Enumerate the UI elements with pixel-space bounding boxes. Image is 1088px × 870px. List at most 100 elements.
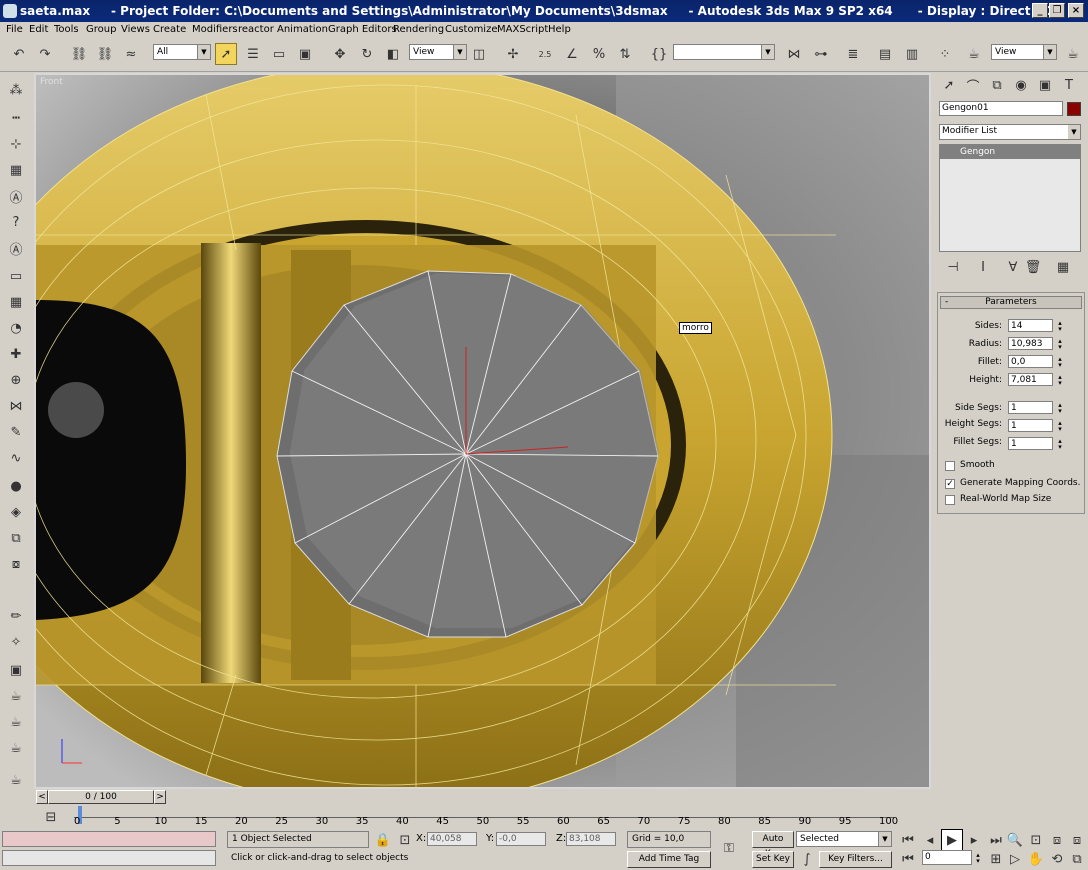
make-unique-icon[interactable]: ∀: [1002, 256, 1024, 278]
pan-icon[interactable]: ✋: [1025, 848, 1047, 870]
motion-tab-icon[interactable]: ◉: [1010, 74, 1032, 96]
remove-modifier-icon[interactable]: 🗑: [1022, 256, 1044, 278]
menu-animation[interactable]: Animation: [277, 24, 328, 35]
restore-button[interactable]: ❐: [1049, 3, 1065, 18]
plane-icon[interactable]: ▭: [5, 266, 27, 286]
app-icon[interactable]: [3, 4, 17, 18]
spline-text-icon[interactable]: Ⓐ: [5, 238, 27, 258]
modifier-list-dropdown[interactable]: Modifier List ▼: [939, 124, 1081, 140]
time-next-arrow[interactable]: >: [154, 790, 166, 804]
mini-curve-editor-icon[interactable]: ⊟: [40, 806, 62, 828]
sides-spinner[interactable]: ▴ ▾: [1056, 320, 1064, 333]
lock-icon[interactable]: 🔒: [372, 829, 394, 851]
named-selection-dropdown[interactable]: ▼: [673, 44, 775, 60]
radius-spinner[interactable]: ▴ ▾: [1056, 338, 1064, 351]
help-icon[interactable]: ?: [5, 212, 27, 232]
generate-mapping-checkbox[interactable]: ✓: [945, 479, 955, 489]
particle-icon[interactable]: ⁂: [5, 80, 27, 100]
maxscript-listener-white[interactable]: [2, 850, 216, 866]
angle-snap-icon[interactable]: ∠: [561, 43, 583, 65]
key-mode-toggle-icon[interactable]: ⏮: [897, 848, 919, 870]
undo-icon[interactable]: ↶: [8, 43, 30, 65]
select-and-link-icon[interactable]: ⛓: [68, 43, 90, 65]
percent-snap-icon[interactable]: %: [588, 43, 610, 65]
teapot-a-icon[interactable]: ☕: [5, 686, 27, 706]
render-setup-icon[interactable]: ☕: [963, 43, 985, 65]
pivot-point-icon[interactable]: ◫: [468, 43, 490, 65]
snap-toggle-icon[interactable]: 2.5: [534, 43, 556, 65]
select-by-name-icon[interactable]: ☰: [242, 43, 264, 65]
side-segs-spinner[interactable]: ▴ ▾: [1056, 402, 1064, 415]
real-world-map-checkbox[interactable]: [945, 495, 955, 505]
height-segs-spinner[interactable]: ▴ ▾: [1056, 420, 1064, 433]
render-type-dropdown[interactable]: View ▼: [991, 44, 1057, 60]
menu-views[interactable]: Views: [121, 24, 150, 35]
z-coordinate-field[interactable]: 83,108: [566, 832, 616, 846]
render-frame-icon[interactable]: ▣: [5, 660, 27, 680]
menu-maxscript[interactable]: MAXScript: [497, 24, 548, 35]
fillet-segs-spinner[interactable]: ▴ ▾: [1056, 438, 1064, 451]
schematic-view-icon[interactable]: ▥: [901, 43, 923, 65]
ruler-icon[interactable]: ┅: [5, 108, 27, 128]
text-icon[interactable]: Ⓐ: [5, 186, 27, 206]
prev-frame-icon[interactable]: ◂: [919, 829, 941, 851]
current-frame-field[interactable]: 0: [922, 850, 972, 865]
add-time-tag-button[interactable]: Add Time Tag: [627, 851, 711, 868]
play-icon[interactable]: ▶: [941, 829, 963, 851]
select-manipulate-icon[interactable]: ✢: [502, 43, 524, 65]
menu-edit[interactable]: Edit: [29, 24, 48, 35]
viewport-label[interactable]: Front: [40, 77, 63, 87]
measure-icon[interactable]: ◔: [5, 318, 27, 338]
curve-editor-icon[interactable]: ▤: [874, 43, 896, 65]
select-object-button[interactable]: ➚: [215, 43, 237, 65]
front-viewport[interactable]: Front morro: [34, 73, 931, 789]
object-paint-icon[interactable]: ⧇: [5, 554, 27, 574]
key-mode-dropdown[interactable]: Selected ▼: [796, 831, 892, 847]
show-end-result-icon[interactable]: I: [972, 256, 994, 278]
teapot-c-icon[interactable]: ☕: [5, 738, 27, 758]
axis-icon[interactable]: ✚: [5, 344, 27, 364]
object-name-field[interactable]: Gengon01: [939, 101, 1063, 116]
redo-icon[interactable]: ↷: [34, 43, 56, 65]
default-tangent-icon[interactable]: ∫: [796, 848, 818, 870]
pin-stack-icon[interactable]: ⊣: [942, 256, 964, 278]
hierarchy-icon[interactable]: ⧉: [5, 528, 27, 548]
menu-tools[interactable]: Tools: [54, 24, 79, 35]
edit-named-selection-icon[interactable]: {}: [648, 43, 670, 65]
utilities-tab-icon[interactable]: T: [1058, 74, 1080, 96]
move-icon[interactable]: ✥: [329, 43, 351, 65]
path-icon[interactable]: ∿: [5, 448, 27, 468]
height-spinner[interactable]: ▴ ▾: [1056, 374, 1064, 387]
menu-customize[interactable]: Customize: [445, 24, 498, 35]
object-color-swatch[interactable]: [1067, 102, 1081, 116]
menu-file[interactable]: File: [6, 24, 23, 35]
height-field[interactable]: 7,081: [1008, 373, 1053, 386]
radius-field[interactable]: 10,983: [1008, 337, 1053, 350]
scale-icon[interactable]: ◧: [382, 43, 404, 65]
material-editor-icon[interactable]: ⁘: [934, 43, 956, 65]
window-crossing-icon[interactable]: ▣: [294, 43, 316, 65]
side-segs-field[interactable]: 1: [1008, 401, 1053, 414]
create-tab-icon[interactable]: ➚: [938, 74, 960, 96]
sphere-icon[interactable]: ●: [5, 476, 27, 496]
teapot-b-icon[interactable]: ☕: [5, 712, 27, 732]
checker-icon[interactable]: ▦: [5, 160, 27, 180]
fillet-segs-field[interactable]: 1: [1008, 437, 1053, 450]
key-filters-button[interactable]: Key Filters...: [819, 851, 892, 868]
rectangular-region-icon[interactable]: ▭: [268, 43, 290, 65]
absolute-mode-icon[interactable]: ⊡: [394, 829, 416, 851]
quick-render-icon[interactable]: ☕: [1062, 43, 1084, 65]
display-tab-icon[interactable]: ▣: [1034, 74, 1056, 96]
teapot-d-icon[interactable]: ☕: [5, 770, 27, 790]
mirror-tool-icon[interactable]: ⋈: [5, 396, 27, 416]
maximize-viewport-icon[interactable]: ⧉: [1066, 848, 1088, 870]
selection-filter-dropdown[interactable]: All ▼: [153, 44, 211, 60]
next-frame-icon[interactable]: ▸: [963, 829, 985, 851]
height-segs-field[interactable]: 1: [1008, 419, 1053, 432]
time-slider-thumb[interactable]: 0 / 100: [48, 790, 154, 804]
x-coordinate-field[interactable]: 40,058: [427, 832, 477, 846]
menu-reactor[interactable]: reactor: [238, 24, 274, 35]
layers-icon[interactable]: ◈: [5, 502, 27, 522]
wand-icon[interactable]: ✧: [5, 632, 27, 652]
menu-graph-editors[interactable]: Graph Editors: [328, 24, 397, 35]
